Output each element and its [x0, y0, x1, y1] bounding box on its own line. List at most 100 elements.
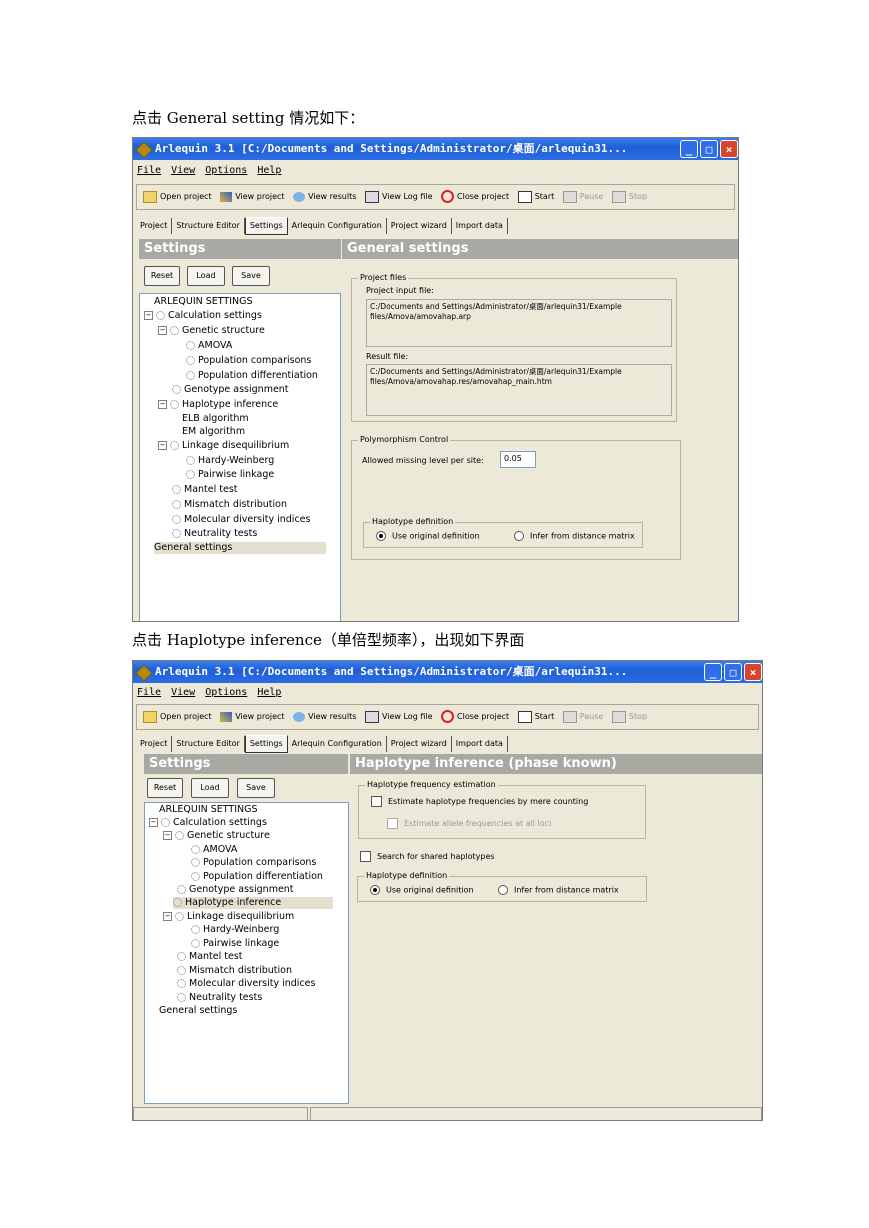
tree-population-differentiation[interactable]: Population differentiation [191, 871, 323, 883]
menu-options[interactable]: Options [205, 687, 247, 698]
tree-genotype-assignment[interactable]: Genotype assignment [177, 884, 294, 896]
missing-level-input[interactable]: 0.05 [500, 451, 536, 468]
close-project-button[interactable]: Close project [441, 705, 509, 729]
maximize-button[interactable]: □ [724, 663, 742, 681]
collapse-icon[interactable]: − [158, 441, 167, 450]
close-button[interactable]: × [720, 140, 738, 158]
close-button[interactable]: × [744, 663, 762, 681]
result-file-field[interactable]: C:/Documents and Settings/Administrator/… [366, 364, 672, 416]
start-button[interactable]: Start [517, 185, 554, 209]
tree-population-comparisons[interactable]: Population comparisons [186, 355, 311, 367]
tree-mantel-test[interactable]: Mantel test [177, 951, 243, 963]
menu-help[interactable]: Help [257, 687, 281, 698]
use-original-radio[interactable]: Use original definition [376, 531, 480, 542]
reset-button[interactable]: Reset [144, 266, 180, 286]
tab-structure-editor[interactable]: Structure Editor [172, 736, 245, 752]
tab-settings[interactable]: Settings [244, 735, 288, 753]
menu-view[interactable]: View [171, 165, 195, 176]
collapse-icon[interactable]: − [163, 912, 172, 921]
tree-molecular-diversity[interactable]: Molecular diversity indices [172, 514, 310, 526]
tree-hardy-weinberg[interactable]: Hardy-Weinberg [186, 455, 274, 467]
estimate-haplotype-checkbox[interactable]: Estimate haplotype frequencies by mere c… [371, 796, 588, 807]
tab-settings[interactable]: Settings [244, 217, 288, 235]
tree-amova[interactable]: AMOVA [191, 844, 237, 856]
collapse-icon[interactable]: − [158, 400, 167, 409]
tab-arlequin-configuration[interactable]: Arlequin Configuration [288, 736, 387, 752]
tree-neutrality-tests[interactable]: Neutrality tests [172, 528, 257, 540]
collapse-icon[interactable]: − [149, 818, 158, 827]
tree-genetic-structure[interactable]: − Genetic structure [163, 830, 270, 842]
use-original-radio[interactable]: Use original definition [370, 885, 474, 896]
open-project-button[interactable]: Open project [143, 185, 212, 209]
infer-distance-radio[interactable]: Infer from distance matrix [514, 531, 635, 542]
infer-distance-radio[interactable]: Infer from distance matrix [498, 885, 619, 896]
stop-button[interactable]: Stop [611, 705, 647, 729]
pause-button[interactable]: Pause [562, 705, 603, 729]
menu-file[interactable]: File [137, 165, 161, 176]
tree-em-algorithm[interactable]: EM algorithm [182, 426, 245, 438]
tree-mismatch-distribution[interactable]: Mismatch distribution [172, 499, 287, 511]
view-log-button[interactable]: View Log file [364, 705, 433, 729]
maximize-button[interactable]: □ [700, 140, 718, 158]
view-results-button[interactable]: View results [293, 185, 356, 209]
view-log-button[interactable]: View Log file [364, 185, 433, 209]
tree-hardy-weinberg[interactable]: Hardy-Weinberg [191, 924, 279, 936]
tree-population-comparisons[interactable]: Population comparisons [191, 857, 316, 869]
view-project-button[interactable]: View project [220, 705, 285, 729]
reset-button[interactable]: Reset [147, 778, 183, 798]
tab-structure-editor[interactable]: Structure Editor [172, 218, 245, 234]
save-button[interactable]: Save [237, 778, 275, 798]
tree-pairwise-linkage[interactable]: Pairwise linkage [191, 938, 279, 950]
tab-project-wizard[interactable]: Project wizard [387, 736, 452, 752]
title-bar: Arlequin 3.1 [C:/Documents and Settings/… [133, 138, 738, 160]
menu-file[interactable]: File [137, 687, 161, 698]
tree-mantel-test[interactable]: Mantel test [172, 484, 238, 496]
collapse-icon[interactable]: − [144, 311, 153, 320]
tab-project[interactable]: Project [136, 218, 173, 234]
tab-project[interactable]: Project [136, 736, 173, 752]
search-shared-haplotypes-checkbox[interactable]: Search for shared haplotypes [360, 851, 495, 862]
tree-pairwise-linkage[interactable]: Pairwise linkage [186, 469, 274, 481]
tree-mismatch-distribution[interactable]: Mismatch distribution [177, 965, 292, 977]
tree-root[interactable]: ARLEQUIN SETTINGS [159, 804, 258, 816]
tree-calculation-settings[interactable]: − Calculation settings [149, 817, 267, 829]
tab-project-wizard[interactable]: Project wizard [387, 218, 452, 234]
save-button[interactable]: Save [232, 266, 270, 286]
tree-elb-algorithm[interactable]: ELB algorithm [182, 413, 249, 425]
tree-haplotype-inference[interactable]: Haplotype inference [173, 897, 333, 909]
load-button[interactable]: Load [191, 778, 229, 798]
menu-options[interactable]: Options [205, 165, 247, 176]
tree-haplotype-inference[interactable]: − Haplotype inference [158, 399, 278, 411]
tab-import-data[interactable]: Import data [452, 736, 508, 752]
minimize-button[interactable]: _ [704, 663, 722, 681]
tree-genetic-structure[interactable]: − Genetic structure [158, 325, 265, 337]
menu-view[interactable]: View [171, 687, 195, 698]
open-project-button[interactable]: Open project [143, 705, 212, 729]
collapse-icon[interactable]: − [163, 831, 172, 840]
close-project-button[interactable]: Close project [441, 185, 509, 209]
project-input-field[interactable]: C:/Documents and Settings/Administrator/… [366, 299, 672, 347]
tree-linkage-disequilibrium[interactable]: − Linkage disequilibrium [158, 440, 289, 452]
estimate-allele-checkbox[interactable]: Estimate allele frequencies at all loci [387, 818, 551, 829]
tree-genotype-assignment[interactable]: Genotype assignment [172, 384, 289, 396]
tab-arlequin-configuration[interactable]: Arlequin Configuration [288, 218, 387, 234]
tab-import-data[interactable]: Import data [452, 218, 508, 234]
tree-amova[interactable]: AMOVA [186, 340, 232, 352]
start-button[interactable]: Start [517, 705, 554, 729]
menu-help[interactable]: Help [257, 165, 281, 176]
tree-general-settings[interactable]: General settings [159, 1005, 237, 1017]
view-results-button[interactable]: View results [293, 705, 356, 729]
tree-root[interactable]: ARLEQUIN SETTINGS [154, 296, 253, 308]
stop-button[interactable]: Stop [611, 185, 647, 209]
tree-neutrality-tests[interactable]: Neutrality tests [177, 992, 262, 1004]
tree-population-differentiation[interactable]: Population differentiation [186, 370, 318, 382]
collapse-icon[interactable]: − [158, 326, 167, 335]
tree-general-settings[interactable]: General settings [154, 542, 326, 554]
pause-button[interactable]: Pause [562, 185, 603, 209]
load-button[interactable]: Load [187, 266, 225, 286]
tree-calculation-settings[interactable]: − Calculation settings [144, 310, 262, 322]
minimize-button[interactable]: _ [680, 140, 698, 158]
tree-linkage-disequilibrium[interactable]: − Linkage disequilibrium [163, 911, 294, 923]
tree-molecular-diversity[interactable]: Molecular diversity indices [177, 978, 315, 990]
view-project-button[interactable]: View project [220, 185, 285, 209]
